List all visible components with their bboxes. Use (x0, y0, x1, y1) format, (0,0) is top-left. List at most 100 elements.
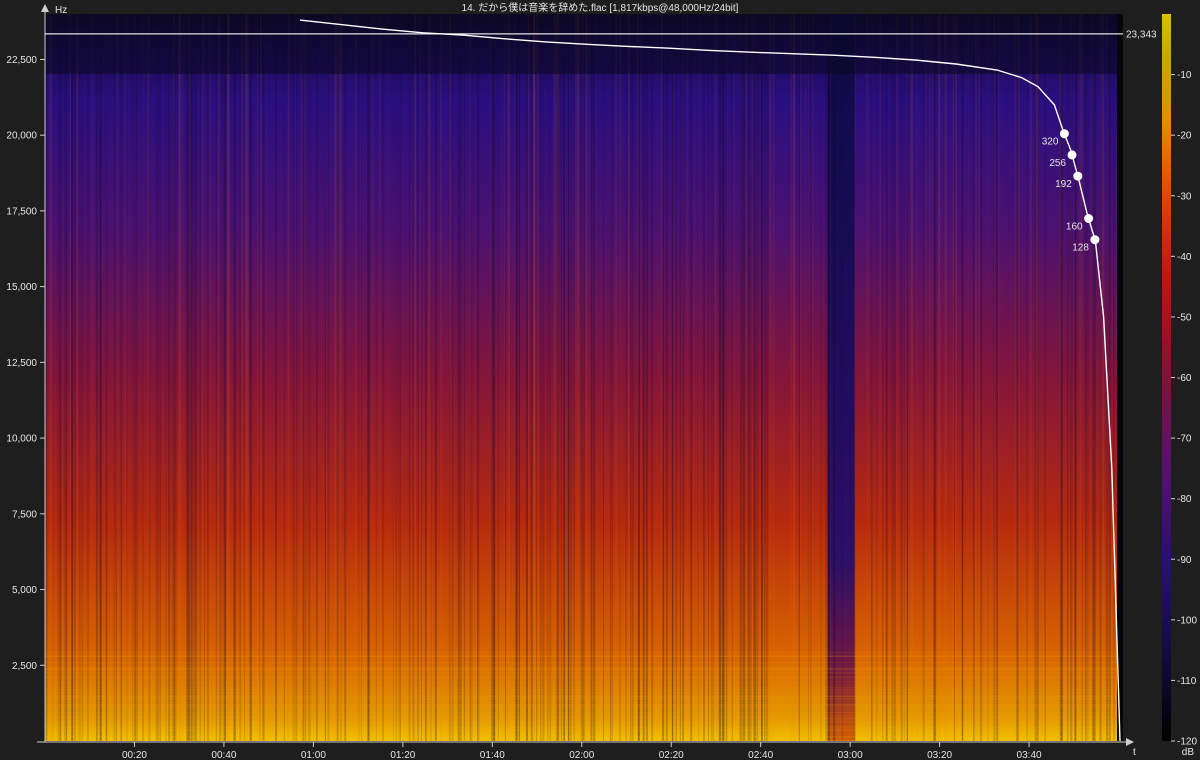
spectrogram-streak (275, 14, 277, 741)
spectrogram-streak (71, 14, 74, 741)
spectrogram-streak (168, 14, 171, 741)
spectrogram-streak (725, 14, 728, 741)
x-axis-arrow (1126, 738, 1134, 746)
spectrogram-harmonic (45, 691, 1123, 693)
spectrogram-streak (987, 14, 989, 741)
spectrogram-streak (358, 14, 360, 741)
colorbar-tick-label: -100 (1177, 615, 1197, 626)
spectrogram-streak (665, 14, 668, 741)
spectrogram-streak (900, 14, 903, 741)
spectrogram-streak (693, 14, 695, 741)
spectrogram-streak (662, 14, 665, 741)
spectrogram-harmonic (45, 698, 1123, 700)
spectrogram-streak (868, 14, 870, 741)
spectrogram-streak (721, 14, 724, 741)
spectrogram-streak (288, 14, 290, 741)
spectrogram-streak (367, 14, 370, 741)
spectrogram-streak (975, 14, 977, 741)
spectrogram-harmonic (45, 668, 1123, 670)
spectrogram-streak (657, 14, 658, 741)
spectrogram-harmonic (45, 727, 1123, 729)
spectrogram-streak (962, 14, 963, 741)
spectrogram-harmonic (45, 696, 1123, 697)
y-tick-label: 2,500 (12, 661, 37, 672)
spectrogram-streak (470, 14, 473, 741)
spectrogram-streak (113, 14, 115, 741)
spectrogram-streak (808, 14, 810, 741)
spectrogram-streak (893, 14, 896, 741)
spectrogram-harmonic (45, 689, 1123, 691)
spectrogram-streak (78, 14, 81, 741)
colorbar-tick-label: -40 (1177, 252, 1192, 263)
spectrogram-streak (1015, 14, 1018, 741)
spectrogram-streak (698, 14, 700, 741)
spectrogram-harmonic (45, 735, 1123, 737)
spectrogram-streak (903, 14, 905, 741)
spectrogram-streak (731, 14, 733, 741)
spectrogram-streak (1044, 14, 1046, 741)
spectrogram-streak (469, 14, 471, 741)
spectrogram-streak (207, 14, 209, 741)
spectrogram-streak (1101, 14, 1104, 741)
spectrogram-streak (532, 14, 535, 741)
spectrogram-streak (1018, 14, 1020, 741)
x-tick-label: 01:40 (480, 750, 505, 760)
spectrogram-streak (491, 14, 493, 741)
spectrogram-streak (745, 14, 748, 741)
spectrogram-harmonic (45, 715, 1123, 716)
spectrogram-streak (890, 14, 892, 741)
bitrate-marker-label: 128 (1072, 243, 1089, 254)
spectrogram-streak (208, 14, 211, 741)
spectrogram-streak (922, 14, 925, 741)
x-tick-label: 02:40 (748, 750, 773, 760)
spectrogram-streak (223, 14, 226, 741)
spectrogram-streak (124, 14, 127, 741)
spectrogram-streak (938, 14, 940, 741)
spectrogram-streak (642, 14, 645, 741)
spectrogram-streak (1108, 14, 1111, 741)
spectrogram-streak (440, 14, 442, 741)
x-tick-label: 03:40 (1017, 750, 1042, 760)
spectrogram-streak (1078, 14, 1081, 741)
spectrogram-streak (926, 14, 927, 741)
spectrogram-streak (211, 14, 213, 741)
spectrogram-harmonic (45, 712, 1123, 713)
spectrogram-streak (996, 14, 998, 741)
spectrogram-streak (516, 14, 519, 741)
spectrogram-harmonic (45, 654, 1123, 656)
bitrate-marker-label: 160 (1066, 222, 1083, 233)
bitrate-marker-dot (1059, 129, 1069, 139)
spectrogram-streak (159, 14, 161, 741)
spectrogram-streak (408, 14, 411, 741)
spectrogram-streak (492, 14, 495, 741)
spectrogram-streak (257, 14, 259, 741)
spectrogram-streak (747, 14, 750, 741)
spectrogram-streak (570, 14, 572, 741)
spectrogram-streak (928, 14, 931, 741)
spectrogram-streak (619, 14, 621, 741)
spectrogram-streak (998, 14, 1000, 741)
spectrogram-streak (1074, 14, 1077, 741)
spectrogram-streak (371, 14, 374, 741)
spectrogram-streak (344, 14, 347, 741)
spectrogram-streak (995, 14, 997, 741)
spectrogram-streak (327, 14, 330, 741)
spectrogram-streak (127, 14, 129, 741)
spectrogram-streak (448, 14, 451, 741)
spectrogram-harmonic (45, 686, 1123, 688)
spectrogram-streak (697, 14, 699, 741)
bitrate-marker-dot (1067, 150, 1077, 160)
spectrogram-streak (168, 14, 169, 741)
spectrogram-streak (1082, 14, 1083, 741)
spectrogram-streak (392, 14, 394, 741)
spectrogram-chart: 14. だから僕は音楽を辞めた.flac [1,817kbps@48,000Hz… (6, 1, 1197, 760)
spectrogram-streak (1014, 14, 1016, 741)
spectrogram-harmonic (45, 706, 1123, 708)
spectrogram-streak (739, 14, 741, 741)
y-axis-ticks: 2,500 5,000 7,500 10,000 12,500 15,000 17,500 2… (6, 55, 45, 672)
spectrogram-streak (567, 14, 569, 741)
colorbar-tick-label: -70 (1177, 434, 1192, 445)
spectrogram-streak (1029, 14, 1032, 741)
spectrogram-harmonic (45, 713, 1123, 715)
spectrogram-streak (239, 14, 242, 741)
